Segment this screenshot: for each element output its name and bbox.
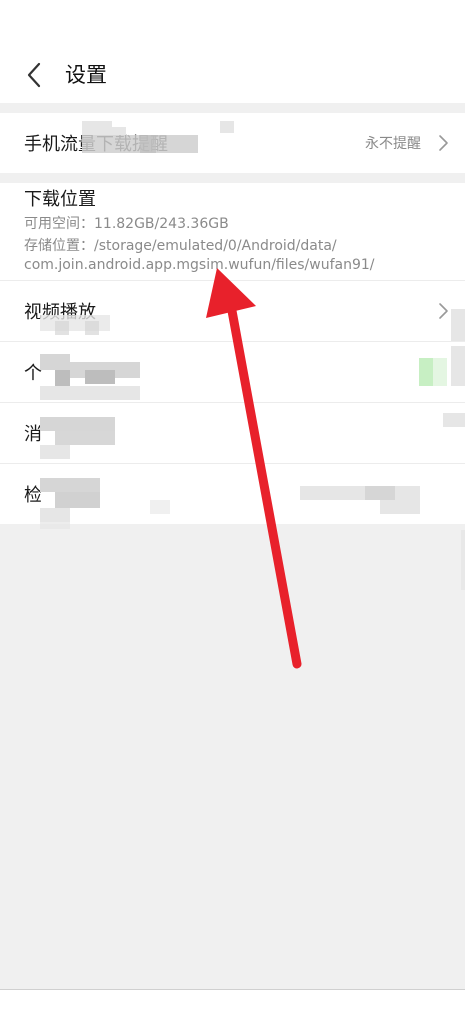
mosaic-blur	[40, 315, 110, 331]
mosaic-blur	[150, 500, 170, 514]
top-bar: 设置	[0, 0, 465, 103]
mosaic-blur	[40, 445, 70, 459]
mosaic-blur	[40, 417, 115, 431]
section-gap	[0, 173, 465, 183]
mosaic-blur	[40, 386, 140, 400]
mosaic-blur	[40, 478, 100, 492]
back-button[interactable]	[20, 58, 48, 92]
bottom-bar	[0, 990, 465, 1009]
mosaic-blur	[55, 321, 69, 335]
chevron-right-icon	[439, 135, 448, 151]
mosaic-blur	[140, 135, 156, 153]
mosaic-blur	[461, 530, 465, 590]
mobile-data-value: 永不提醒	[365, 136, 421, 152]
row-mobile-data-reminder[interactable]: 手机流量下载提醒 永不提醒	[0, 113, 465, 173]
mosaic-blur	[451, 346, 465, 386]
mosaic-blur	[300, 486, 420, 500]
row-video-playback[interactable]: 视频播放	[0, 281, 465, 341]
mosaic-blur	[40, 354, 70, 370]
mosaic-blur	[365, 486, 395, 500]
mosaic-blur	[220, 121, 234, 133]
mosaic-blur	[419, 358, 433, 386]
settings-list: 手机流量下载提醒 永不提醒 下载位置 可用空间：11.82GB/243.36GB…	[0, 113, 465, 524]
mosaic-blur	[443, 413, 465, 427]
mosaic-blur	[433, 358, 447, 386]
mosaic-blur	[40, 515, 70, 529]
mosaic-blur	[85, 370, 115, 384]
row-message[interactable]: 消	[0, 403, 465, 463]
download-location-title: 下载位置	[24, 189, 96, 210]
personal-toggle[interactable]	[419, 358, 447, 386]
mosaic-blur	[55, 492, 100, 508]
chevron-right-icon	[439, 303, 448, 319]
row-download-location[interactable]: 下载位置 可用空间：11.82GB/243.36GB 存储位置：/storage…	[0, 183, 465, 280]
mosaic-blur	[55, 431, 115, 445]
mosaic-blur	[82, 121, 112, 135]
row-personal[interactable]: 个	[0, 342, 465, 402]
section-gap	[0, 103, 465, 113]
storage-path-line2: com.join.android.app.mgsim.wufun/files/w…	[24, 257, 375, 273]
mosaic-blur	[451, 309, 465, 341]
settings-screen: 设置 手机流量下载提醒 永不提醒 下载位置 可用空间：11.82GB/243.3…	[0, 0, 465, 1009]
mosaic-blur	[380, 500, 420, 514]
available-space-text: 可用空间：11.82GB/243.36GB	[24, 216, 229, 232]
mosaic-blur	[85, 321, 99, 335]
chevron-left-icon	[27, 62, 41, 88]
storage-path-line1: 存储位置：/storage/emulated/0/Android/data/	[24, 238, 337, 254]
mosaic-blur	[55, 370, 70, 386]
page-title: 设置	[65, 63, 107, 87]
mosaic-blur	[112, 127, 126, 135]
